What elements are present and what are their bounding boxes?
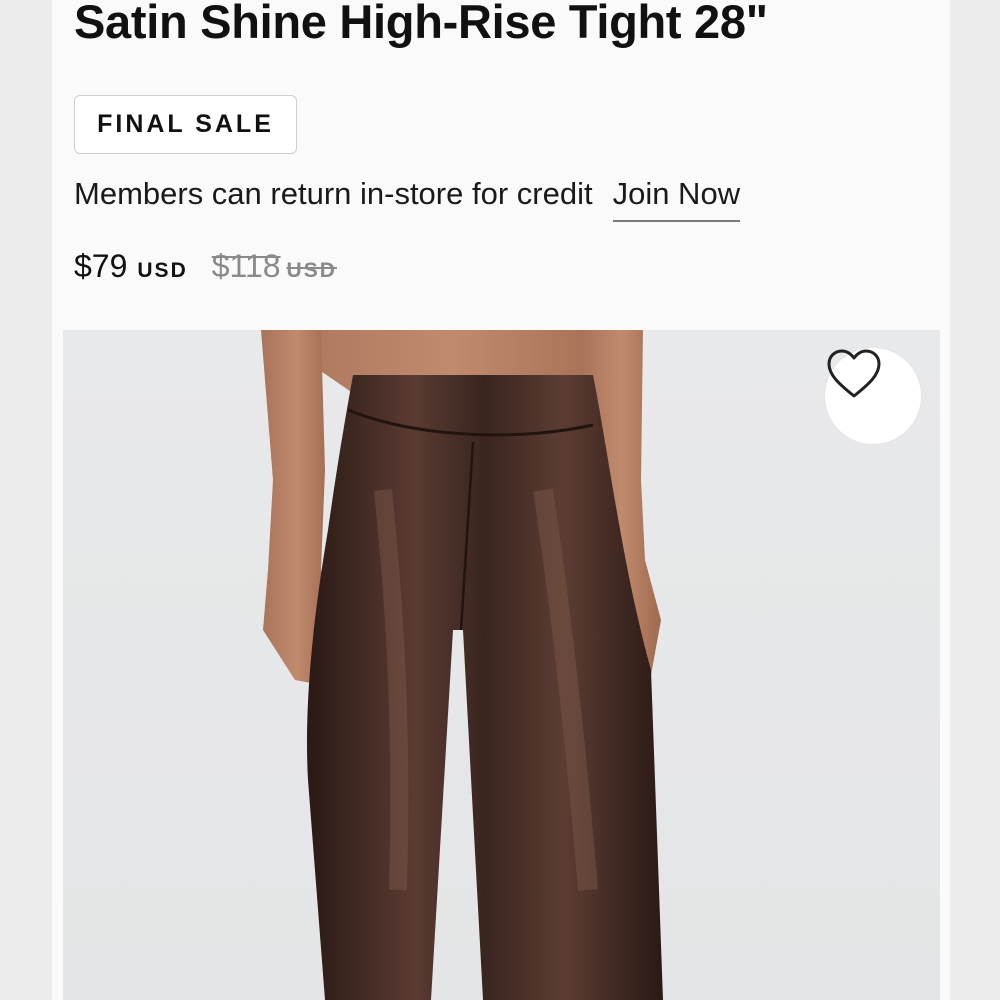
original-price-currency: USD: [286, 259, 337, 282]
favorite-button[interactable]: [825, 348, 921, 444]
original-price-amount: $118: [211, 248, 281, 284]
heart-outline-icon: [827, 349, 881, 398]
current-price: $79: [74, 248, 128, 284]
join-now-link[interactable]: Join Now: [612, 176, 741, 222]
product-title: Satin Shine High-Rise Tight 28": [74, 0, 768, 48]
product-page: Satin Shine High-Rise Tight 28" FINAL SA…: [52, 0, 950, 1000]
price: $79 USD $118 USD: [74, 248, 337, 285]
product-image[interactable]: [63, 330, 940, 1000]
final-sale-badge: FINAL SALE: [74, 95, 297, 154]
member-return-text: Members can return in-store for credit: [74, 176, 593, 211]
original-price: $118 USD: [212, 248, 337, 285]
product-photo-illustration: [261, 330, 663, 1000]
member-return-notice: Members can return in-store for credit J…: [74, 176, 741, 222]
current-price-currency: USD: [137, 259, 188, 282]
